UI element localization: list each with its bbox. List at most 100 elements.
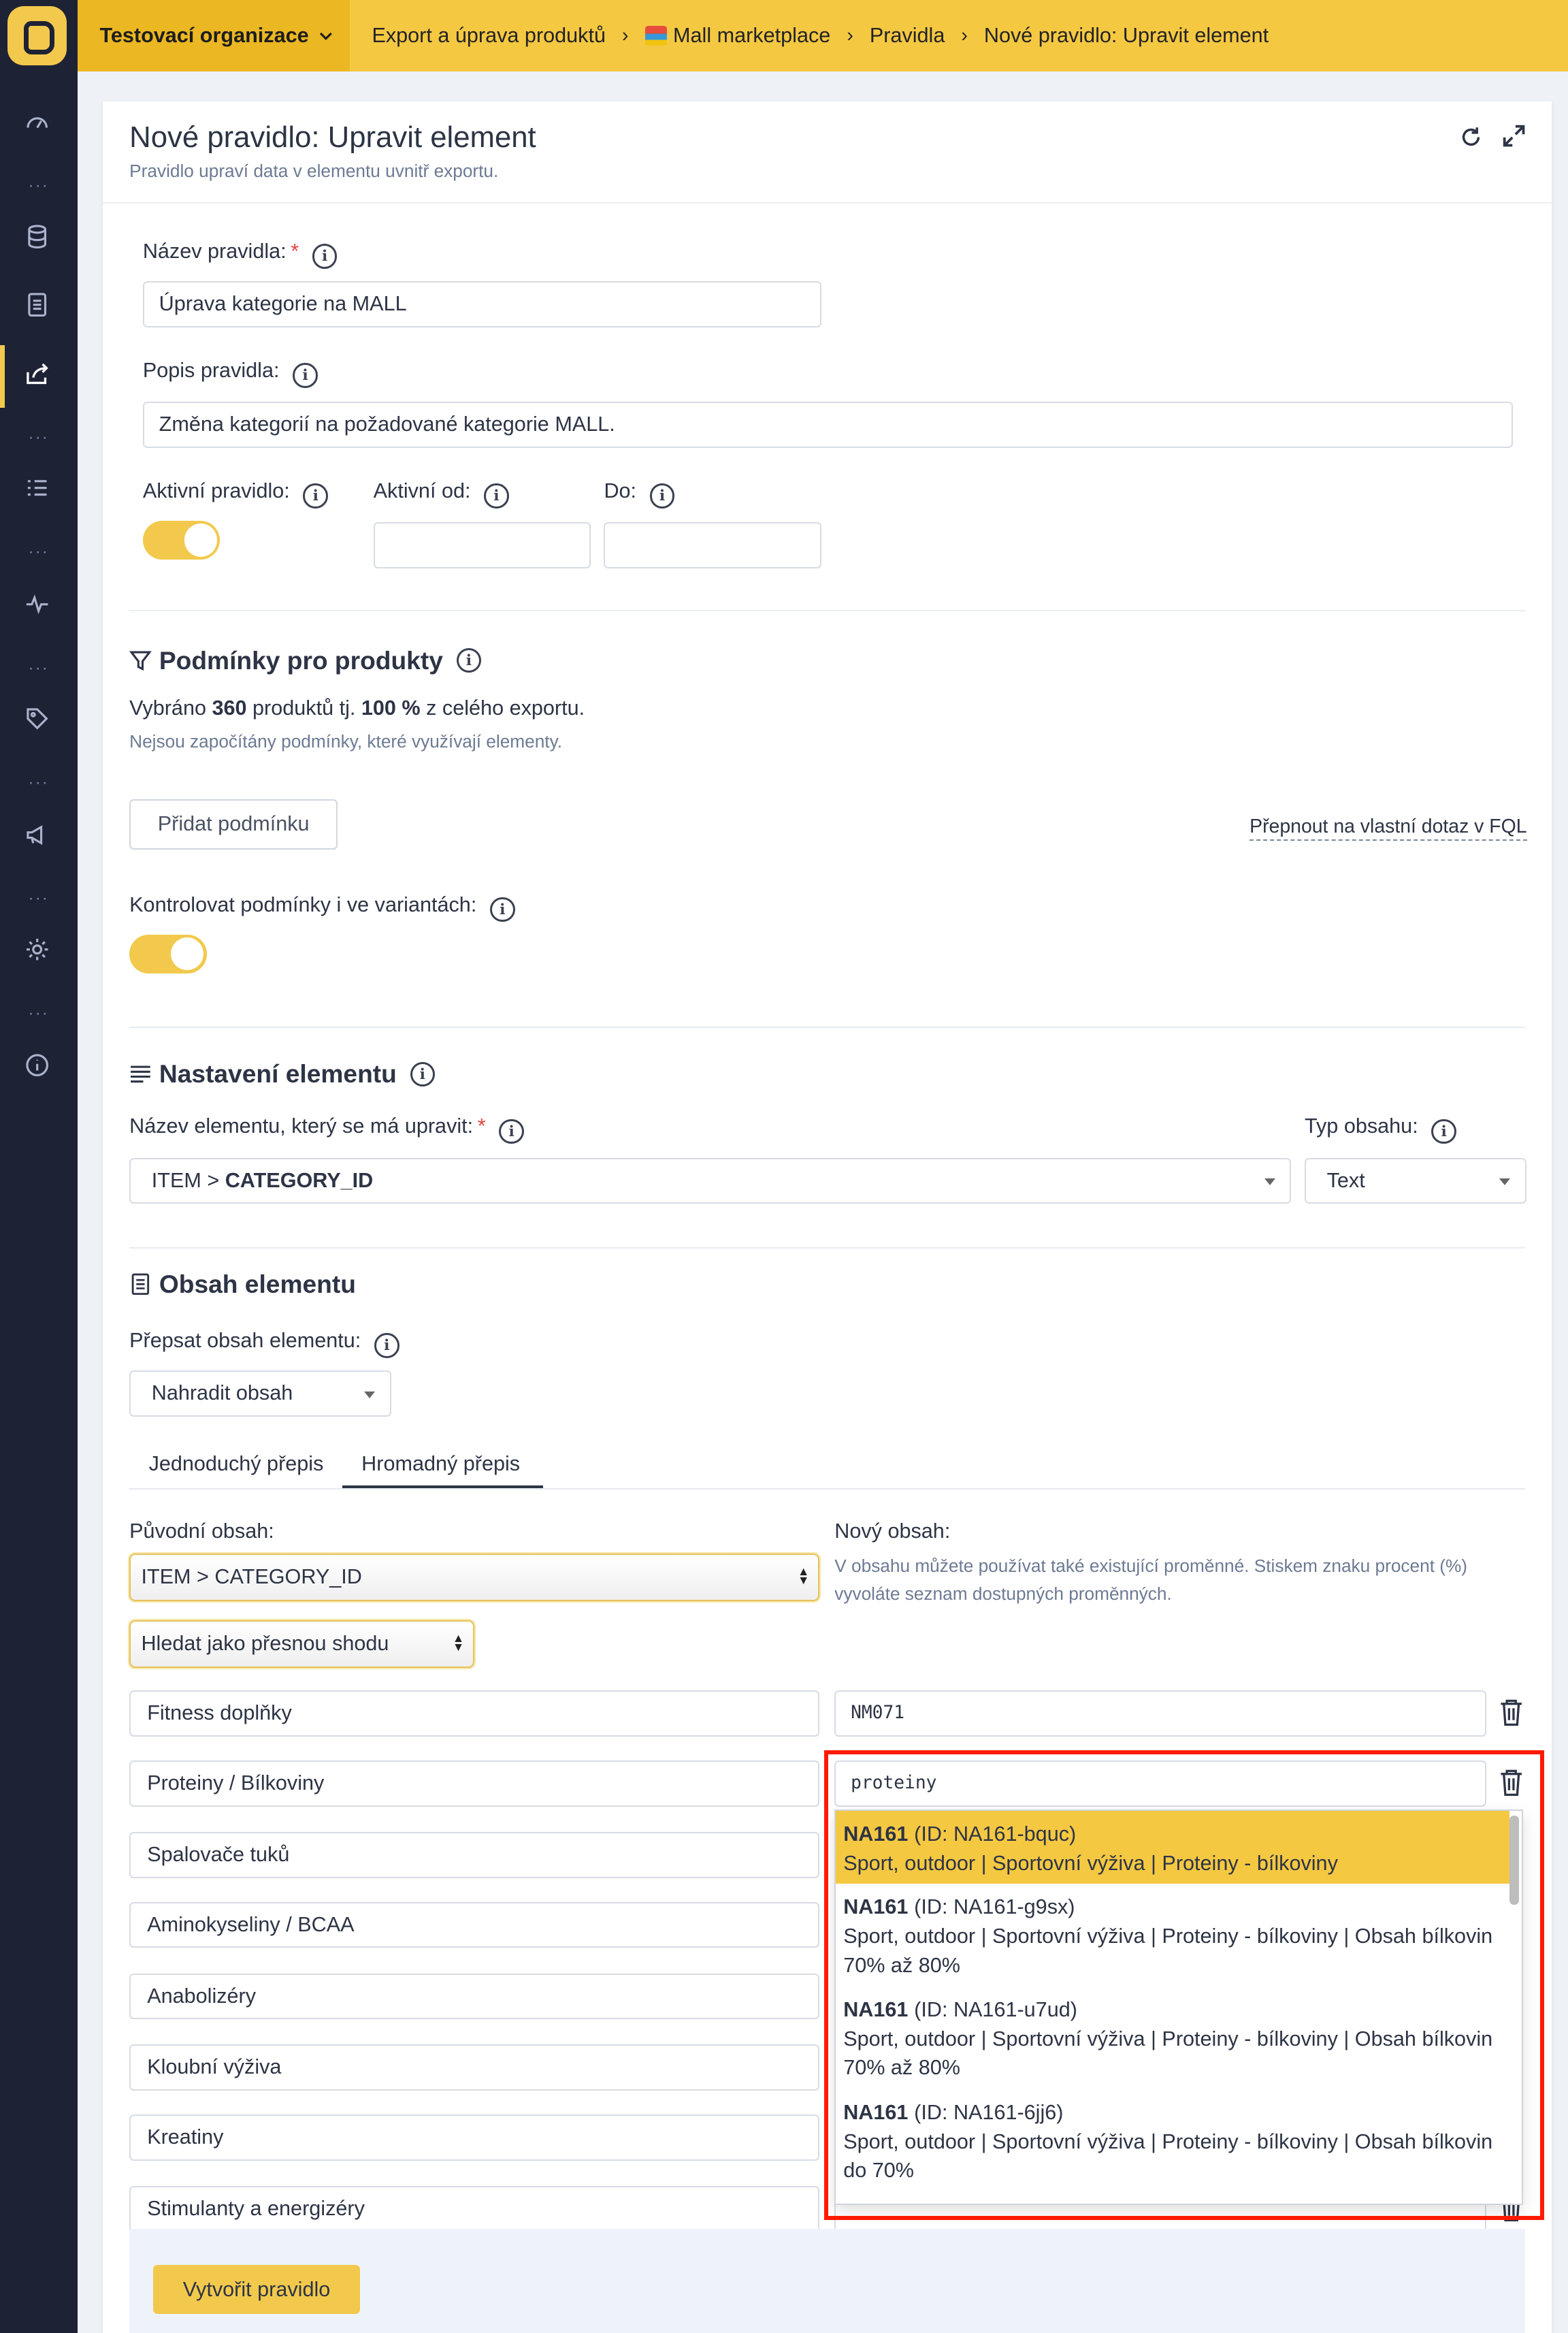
expand-icon[interactable] xyxy=(1501,123,1526,148)
app-logo[interactable] xyxy=(7,5,67,66)
info-icon[interactable]: i xyxy=(1431,1119,1456,1144)
info-icon[interactable] xyxy=(19,1048,54,1083)
filter-icon xyxy=(129,651,152,671)
info-icon[interactable]: i xyxy=(312,244,338,269)
sidebar: ··· ··· ··· ··· ··· ··· ··· xyxy=(0,0,78,2333)
add-condition-button[interactable]: Přidat podmínku xyxy=(129,799,338,850)
section-divider xyxy=(129,610,1525,612)
element-name-select[interactable]: ITEM > CATEGORY_ID xyxy=(129,1157,1292,1204)
megaphone-icon[interactable] xyxy=(19,817,54,852)
original-value-input[interactable]: Kloubní výživa xyxy=(129,2044,820,2091)
sidebar-more-dots[interactable]: ··· xyxy=(0,178,78,194)
active-tab-indicator xyxy=(342,1485,543,1488)
refresh-icon[interactable] xyxy=(1459,125,1483,149)
section-divider xyxy=(129,1027,1525,1029)
tab-simple-rewrite[interactable]: Jednoduchý přepis xyxy=(149,1452,324,1476)
highlight-frame xyxy=(823,1750,1544,2221)
info-icon[interactable]: i xyxy=(490,897,515,922)
original-value-input[interactable]: Stimulanty a energizéry xyxy=(129,2186,820,2232)
original-value-input[interactable]: Anabolizéry xyxy=(129,1973,820,2020)
check-variants-label: Kontrolovat podmínky i ve variantách: i xyxy=(129,893,515,922)
content-type-label: Typ obsahu: i xyxy=(1305,1114,1456,1144)
lines-icon xyxy=(131,1066,150,1083)
original-value-input[interactable]: Aminokyseliny / BCAA xyxy=(129,1901,820,1948)
active-from-date-input[interactable] xyxy=(373,522,591,568)
rewrite-content-label: Přepsat obsah elementu: i xyxy=(129,1329,399,1358)
sidebar-more-dots[interactable]: ··· xyxy=(0,429,78,445)
new-content-label: Nový obsah: xyxy=(834,1519,951,1543)
new-content-hint: V obsahu můžete používat také existující… xyxy=(834,1555,1468,1605)
updown-arrows-icon: ▲ ▼ xyxy=(452,1630,465,1654)
sidebar-more-dots[interactable]: ··· xyxy=(0,890,78,907)
breadcrumb: Export a úprava produktů › Mall marketpl… xyxy=(372,0,1269,71)
create-rule-button[interactable]: Vytvořit pravidlo xyxy=(153,2264,360,2315)
info-icon[interactable]: i xyxy=(456,647,482,673)
original-value-input[interactable]: Fitness doplňky xyxy=(129,1690,820,1737)
info-icon[interactable]: i xyxy=(649,483,675,509)
chevron-down-icon xyxy=(319,32,332,40)
original-value-input[interactable]: Proteiny / Bílkoviny xyxy=(129,1760,820,1807)
active-to-label: Do: i xyxy=(604,479,675,509)
breadcrumb-separator-icon: › xyxy=(622,24,629,46)
sidebar-more-dots[interactable]: ··· xyxy=(0,774,78,790)
original-value-input[interactable]: Spalovače tuků xyxy=(129,1831,820,1878)
active-rule-toggle[interactable] xyxy=(142,521,220,560)
sidebar-more-dots[interactable]: ··· xyxy=(0,1005,78,1021)
mall-logo-icon xyxy=(644,26,668,46)
element-content-title: Obsah elementu xyxy=(129,1270,356,1299)
info-icon[interactable]: i xyxy=(374,1333,399,1358)
breadcrumb-current: Nové pravidlo: Upravit element xyxy=(983,23,1269,47)
settings-gear-icon[interactable] xyxy=(19,931,54,967)
rule-description-label: Popis pravidla: i xyxy=(143,359,318,388)
content-type-select[interactable]: Text xyxy=(1305,1157,1526,1204)
original-value-input[interactable]: Kreatiny xyxy=(129,2114,820,2161)
activity-pulse-icon[interactable] xyxy=(19,586,54,622)
selected-products-summary: Vybráno 360 produktů tj. 100 % z celého … xyxy=(129,696,585,720)
page-subtitle: Pravidlo upraví data v elementu uvnitř e… xyxy=(129,161,499,182)
tabs-divider xyxy=(129,1487,1525,1490)
info-icon[interactable]: i xyxy=(499,1119,524,1144)
info-icon[interactable]: i xyxy=(410,1061,436,1087)
element-settings-title: Nastavení elementu i xyxy=(129,1059,436,1089)
conditions-section-title: Podmínky pro produkty i xyxy=(129,646,482,675)
sidebar-active-indicator xyxy=(0,345,5,408)
info-icon[interactable]: i xyxy=(293,363,318,388)
breadcrumb-separator-icon: › xyxy=(961,24,968,46)
conditions-note: Nejsou započítány podmínky, které využív… xyxy=(129,730,563,752)
original-content-source-select[interactable]: ITEM > CATEGORY_ID ▲ ▼ xyxy=(129,1554,820,1602)
export-share-icon[interactable] xyxy=(19,355,54,391)
rewrite-mode-select[interactable]: Nahradit obsah xyxy=(129,1370,391,1417)
breadcrumb-export[interactable]: Export a úprava produktů xyxy=(372,24,606,48)
delete-row-trash-icon[interactable] xyxy=(1498,1698,1524,1728)
form-footer: Vytvořit pravidlo xyxy=(129,2229,1525,2333)
element-name-label: Název elementu, který se má upravit: * i xyxy=(129,1114,524,1144)
check-variants-toggle[interactable] xyxy=(129,934,207,974)
database-icon[interactable] xyxy=(19,219,54,254)
tab-bulk-rewrite[interactable]: Hromadný přepis xyxy=(361,1452,520,1476)
rule-name-input[interactable]: Úprava kategorie na MALL xyxy=(142,281,821,327)
rule-name-label: Název pravidla: * i xyxy=(143,240,338,269)
info-icon[interactable]: i xyxy=(303,483,329,509)
active-to-date-input[interactable] xyxy=(604,522,821,568)
match-mode-select[interactable]: Hledat jako přesnou shodu ▲ ▼ xyxy=(129,1620,475,1669)
info-icon[interactable]: i xyxy=(484,483,509,509)
active-from-label: Aktivní od: i xyxy=(374,479,509,509)
dashboard-gauge-icon[interactable] xyxy=(19,104,54,140)
sidebar-more-dots[interactable]: ··· xyxy=(0,544,78,560)
breadcrumb-rules[interactable]: Pravidla xyxy=(870,24,945,48)
tag-icon[interactable] xyxy=(19,701,54,737)
breadcrumb-mall[interactable]: Mall marketplace xyxy=(673,24,830,48)
document-icon xyxy=(131,1273,150,1295)
document-icon[interactable] xyxy=(19,287,54,323)
rule-description-input[interactable]: Změna kategorií na požadované kategorie … xyxy=(142,402,1514,448)
caret-down-icon xyxy=(1264,1178,1275,1185)
organization-switcher[interactable]: Testovací organizace xyxy=(77,0,350,71)
sidebar-more-dots[interactable]: ··· xyxy=(0,660,78,676)
list-icon[interactable] xyxy=(19,470,54,506)
page-title: Nové pravidlo: Upravit element xyxy=(129,120,536,155)
active-rule-label: Aktivní pravidlo: i xyxy=(143,479,329,509)
app: ··· ··· ··· ··· ··· ··· ··· Testovací or… xyxy=(0,0,1568,2333)
switch-to-fql-link[interactable]: Přepnout na vlastní dotaz v FQL xyxy=(1250,816,1527,841)
new-value-input[interactable]: NM071 xyxy=(834,1690,1486,1737)
rule-form-card: Nové pravidlo: Upravit element Pravidlo … xyxy=(102,101,1552,2333)
